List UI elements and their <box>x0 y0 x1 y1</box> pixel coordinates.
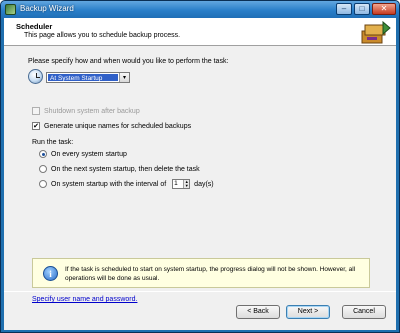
title-bar[interactable]: Backup Wizard – □ ✕ <box>1 1 399 18</box>
backup-wizard-window: Backup Wizard – □ ✕ Scheduler This page … <box>0 0 400 333</box>
interval-value[interactable]: 1 <box>173 180 183 188</box>
interval-unit: day(s) <box>194 180 214 188</box>
page-title: Scheduler <box>16 22 53 31</box>
next-button[interactable]: Next > <box>286 305 330 319</box>
shutdown-option: Shutdown system after backup <box>32 107 140 115</box>
unique-names-option: ✔ Generate unique names for scheduled ba… <box>32 122 191 130</box>
interval-spinner[interactable]: 1 ▲ ▼ <box>172 179 191 189</box>
specify-credentials-link[interactable]: Specify user name and password. <box>32 296 137 303</box>
unique-names-checkbox[interactable]: ✔ <box>32 122 40 130</box>
radio-label: On every system startup <box>51 150 127 158</box>
app-icon <box>5 4 16 15</box>
info-icon: i <box>43 266 58 281</box>
radio-next-startup[interactable] <box>39 165 47 173</box>
footer-divider <box>4 291 396 292</box>
schedule-type-dropdown[interactable]: At System Startup ▾ <box>46 72 130 83</box>
cancel-button[interactable]: Cancel <box>342 305 386 319</box>
spin-down-icon[interactable]: ▼ <box>184 184 190 188</box>
wizard-client-area: Scheduler This page allows you to schedu… <box>4 18 396 330</box>
unique-names-label: Generate unique names for scheduled back… <box>44 122 192 130</box>
info-text: If the task is scheduled to start on sys… <box>65 266 356 282</box>
run-option-interval[interactable]: On system startup with the interval of 1… <box>39 179 214 189</box>
close-button[interactable]: ✕ <box>372 3 396 15</box>
run-option-next-startup[interactable]: On the next system startup, then delete … <box>39 165 200 173</box>
page-subtitle: This page allows you to schedule backup … <box>24 32 181 39</box>
shutdown-label: Shutdown system after backup <box>44 107 140 115</box>
schedule-type-value: At System Startup <box>48 74 118 82</box>
minimize-button[interactable]: – <box>336 3 352 15</box>
radio-label: On system startup with the interval of <box>51 180 167 188</box>
radio-every-startup[interactable] <box>39 150 47 158</box>
chevron-down-icon[interactable]: ▾ <box>119 73 129 82</box>
shutdown-checkbox[interactable] <box>32 107 40 115</box>
run-option-every-startup[interactable]: On every system startup <box>39 150 127 158</box>
window-title: Backup Wizard <box>20 4 74 13</box>
schedule-prompt: Please specify how and when would you li… <box>28 58 229 65</box>
maximize-button[interactable]: □ <box>354 3 370 15</box>
info-note: i If the task is scheduled to start on s… <box>32 258 370 288</box>
radio-label: On the next system startup, then delete … <box>51 165 200 173</box>
wizard-body: Please specify how and when would you li… <box>4 47 396 303</box>
radio-interval[interactable] <box>39 180 47 188</box>
back-button[interactable]: < Back <box>236 305 280 319</box>
clock-icon <box>28 69 43 84</box>
backup-boxes-icon <box>361 20 391 44</box>
wizard-header: Scheduler This page allows you to schedu… <box>4 18 396 46</box>
run-task-label: Run the task: <box>32 139 74 146</box>
